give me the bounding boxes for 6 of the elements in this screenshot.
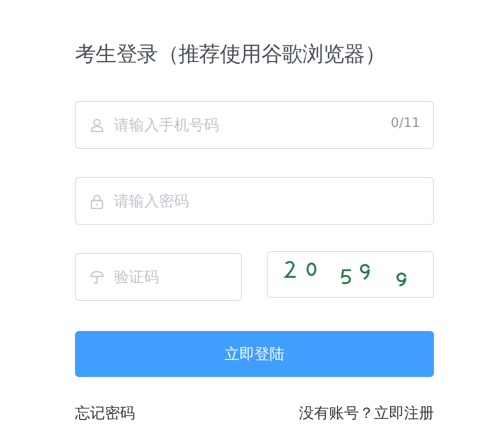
captcha-field[interactable]: 验证码	[75, 253, 242, 301]
character-counter: 0/11	[390, 116, 420, 131]
text-link[interactable]: 忘记密码	[75, 404, 135, 423]
login-title: 考生登录（推荐使用谷歌浏览器）	[75, 41, 387, 68]
text-link[interactable]: 没有账号？立即注册	[299, 404, 434, 423]
password-field[interactable]: 请输入密码	[75, 177, 434, 225]
